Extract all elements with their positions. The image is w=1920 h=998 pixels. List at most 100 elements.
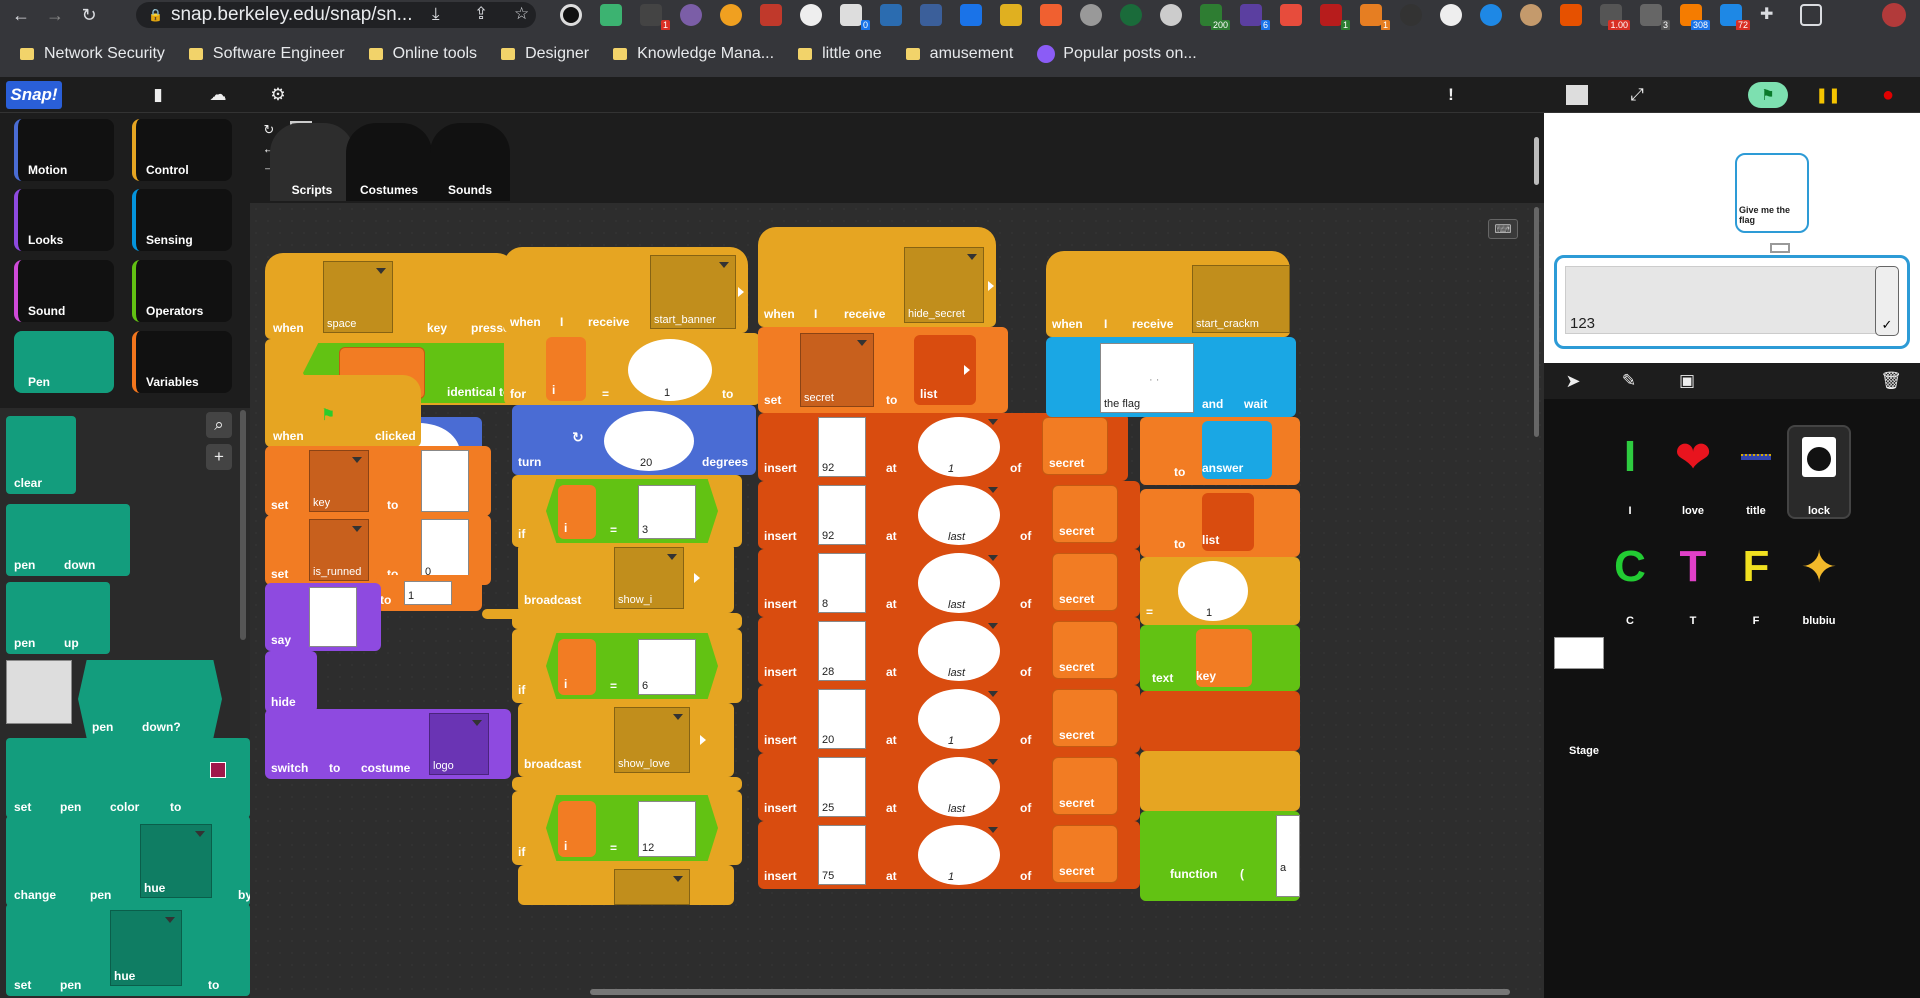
variable-secret[interactable]: secret xyxy=(1052,757,1118,815)
block-pen-down-predicate[interactable]: pen down? xyxy=(78,660,222,738)
sprite-item[interactable]: ❤ love xyxy=(1663,427,1723,518)
pause-button[interactable]: ❚❚ xyxy=(1808,82,1848,108)
extension-icon[interactable] xyxy=(1080,4,1102,26)
block-set-pen-color[interactable]: set pen color to xyxy=(6,738,250,818)
stage[interactable]: Give me the flag 123 ✓ xyxy=(1544,113,1920,363)
message-dropdown[interactable] xyxy=(614,869,690,905)
block-hide[interactable]: hide xyxy=(265,651,317,713)
unused-blocks-icon[interactable]: ! xyxy=(1438,82,1464,108)
sprite-on-stage[interactable] xyxy=(1770,243,1790,253)
category-sensing[interactable]: Sensing xyxy=(132,189,232,251)
bookmark-folder[interactable]: amusement xyxy=(905,45,1013,63)
file-icon[interactable]: ▮ xyxy=(145,82,171,108)
extension-icon[interactable] xyxy=(1280,4,1302,26)
forward-icon[interactable]: → xyxy=(42,2,68,28)
number-slot[interactable]: 3 xyxy=(638,485,696,539)
expand-arrow-icon[interactable] xyxy=(700,735,706,745)
confirm-checkmark-button[interactable]: ✓ xyxy=(1875,266,1899,336)
block-insert-at-of[interactable]: insert 92 at 1 of secret xyxy=(758,413,1128,481)
block-set-pen-hue[interactable]: set pen hue to xyxy=(6,904,250,996)
hat-when-i-receive[interactable]: when I receive hide_secret xyxy=(758,227,996,327)
item-slot[interactable]: 75 xyxy=(818,825,866,885)
value-slot[interactable]: 1 xyxy=(404,581,452,605)
bookmark-link[interactable]: Popular posts on... xyxy=(1037,44,1197,63)
block-insert-at-of[interactable]: insert 92 at last of secret xyxy=(758,481,1140,549)
paintbrush-icon[interactable]: ✎ xyxy=(1616,368,1642,394)
extension-icon[interactable] xyxy=(1000,4,1022,26)
position-slot[interactable]: last xyxy=(918,621,1000,681)
block-ask-and-wait[interactable]: · · the flag and wait xyxy=(1046,337,1296,417)
block-pen-up[interactable]: pen up xyxy=(6,582,110,654)
fullscreen-icon[interactable]: ⤢ xyxy=(1624,82,1650,108)
block-if[interactable]: if i = 6 xyxy=(512,629,742,703)
position-slot[interactable]: 1 xyxy=(918,417,1000,477)
tab-costumes[interactable]: Costumes xyxy=(346,123,432,201)
pen-color-swatch[interactable] xyxy=(210,762,226,778)
block-report[interactable] xyxy=(1140,751,1300,811)
block-turn[interactable]: turn ↻ 20 degrees xyxy=(512,405,756,475)
sprite-item[interactable]: CC xyxy=(1600,537,1660,627)
category-motion[interactable]: Motion xyxy=(14,119,114,181)
extension-icon[interactable]: 1.00 xyxy=(1600,4,1630,31)
pen-property-dropdown[interactable]: hue xyxy=(140,824,212,898)
tab-scripts[interactable]: Scripts xyxy=(270,123,354,201)
bookmark-folder[interactable]: Network Security xyxy=(20,45,165,63)
upvar-i[interactable]: i xyxy=(546,337,586,401)
variable-key[interactable]: key xyxy=(1196,629,1252,687)
item-slot[interactable]: 92 xyxy=(818,417,866,477)
text-slot[interactable] xyxy=(309,587,357,647)
keyboard-icon[interactable]: ⌨ xyxy=(1488,219,1518,239)
block-for-loop[interactable]: for i = 1 to xyxy=(504,333,760,405)
block-set-to-answer[interactable]: to answer xyxy=(1140,417,1300,485)
message-dropdown[interactable]: show_love xyxy=(614,707,690,773)
turtle-arrow-icon[interactable]: ➤ xyxy=(1560,368,1586,394)
block-if[interactable]: if i = 3 xyxy=(512,475,742,547)
hat-when-key-pressed[interactable]: when space key pressed xyxy=(265,253,517,339)
variable-i[interactable]: i xyxy=(558,485,596,539)
item-slot[interactable]: 20 xyxy=(818,689,866,749)
variable-i[interactable]: i xyxy=(558,639,596,695)
category-operators[interactable]: Operators xyxy=(132,260,232,322)
scripts-h-scrollbar[interactable] xyxy=(590,989,1510,995)
hat-when-flag-clicked[interactable]: when ⚑ clicked xyxy=(265,375,421,447)
extension-icon[interactable]: 72 xyxy=(1720,4,1750,31)
block-broadcast[interactable]: broadcast show_love xyxy=(518,703,734,777)
position-slot[interactable]: 1 xyxy=(918,825,1000,885)
predicate-equals[interactable]: i = 6 xyxy=(546,633,718,699)
extension-icon[interactable] xyxy=(680,4,702,26)
block-switch-costume[interactable]: switch to costume logo xyxy=(265,709,511,779)
block-insert-at-of[interactable]: insert 25 at last of secret xyxy=(758,753,1140,821)
category-pen[interactable]: Pen xyxy=(14,331,114,393)
extension-icon[interactable] xyxy=(1400,4,1422,26)
variable-secret[interactable]: secret xyxy=(1052,825,1118,883)
watcher-checkbox[interactable] xyxy=(6,660,72,724)
palette-scrollbar[interactable] xyxy=(240,410,246,640)
block-insert-at-of[interactable]: insert 75 at 1 of secret xyxy=(758,821,1140,889)
cloud-icon[interactable]: ☁ xyxy=(205,82,231,108)
scripts-scrollbar[interactable] xyxy=(1534,207,1539,437)
predicate-equals[interactable]: i = 12 xyxy=(546,795,718,861)
category-looks[interactable]: Looks xyxy=(14,189,114,251)
number-slot[interactable]: 20 xyxy=(604,411,694,471)
extension-icon[interactable] xyxy=(920,4,942,26)
block-pen-down[interactable]: pen down xyxy=(6,504,130,576)
tabs-scrollbar[interactable] xyxy=(1534,137,1539,185)
sprite-item[interactable]: II xyxy=(1600,427,1660,517)
key-dropdown[interactable]: space xyxy=(323,261,393,333)
block-list[interactable]: list xyxy=(1202,493,1254,551)
share-icon[interactable]: ⇪ xyxy=(474,4,488,24)
block-broadcast[interactable] xyxy=(518,865,734,905)
message-dropdown[interactable]: show_i xyxy=(614,547,684,609)
number-slot[interactable]: 1 xyxy=(628,339,712,401)
extension-icon[interactable] xyxy=(1520,4,1542,26)
value-slot[interactable] xyxy=(421,450,469,512)
bookmark-folder[interactable]: Knowledge Mana... xyxy=(613,45,774,63)
sprite-item[interactable]: ✦ blubiu xyxy=(1789,537,1849,628)
extension-icon[interactable]: 0 xyxy=(840,4,870,31)
tab-sounds[interactable]: Sounds xyxy=(430,123,510,201)
hat-when-i-receive[interactable]: when I receive start_banner xyxy=(504,247,748,333)
extension-icon[interactable]: 6 xyxy=(1240,4,1270,31)
variable-secret[interactable]: secret xyxy=(1052,485,1118,543)
snap-logo[interactable]: Snap! xyxy=(6,81,62,109)
block-list[interactable]: list xyxy=(914,335,976,405)
